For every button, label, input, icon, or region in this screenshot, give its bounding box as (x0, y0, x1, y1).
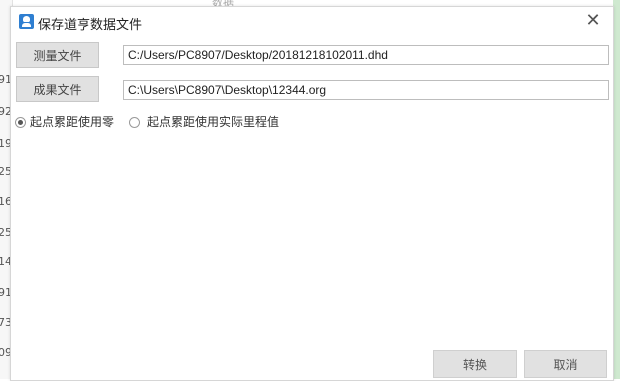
result-file-button[interactable]: 成果文件 (16, 76, 99, 102)
app-user-icon (19, 14, 34, 29)
measure-file-button[interactable]: 测量文件 (16, 42, 99, 68)
result-file-path-field[interactable]: C:\Users\PC8907\Desktop\12344.org (123, 80, 609, 100)
background-sheet-edge (613, 0, 620, 379)
radio-start-zero[interactable] (15, 117, 26, 128)
dialog-titlebar[interactable]: 保存道亨数据文件 ✕ (11, 7, 613, 37)
convert-button[interactable]: 转换 (433, 350, 517, 378)
cancel-button[interactable]: 取消 (524, 350, 607, 378)
radio-start-zero-label[interactable]: 起点累距使用零 (30, 115, 114, 130)
close-icon[interactable]: ✕ (583, 11, 603, 31)
radio-start-actual-mileage[interactable] (129, 117, 140, 128)
dialog-title: 保存道亨数据文件 (38, 18, 143, 33)
radio-start-actual-mileage-label[interactable]: 起点累距使用实际里程值 (147, 115, 279, 130)
measure-file-path-field[interactable]: C:/Users/PC8907/Desktop/20181218102011.d… (123, 45, 609, 65)
save-data-file-dialog: 保存道亨数据文件 ✕ 测量文件 C:/Users/PC8907/Desktop/… (10, 6, 614, 381)
